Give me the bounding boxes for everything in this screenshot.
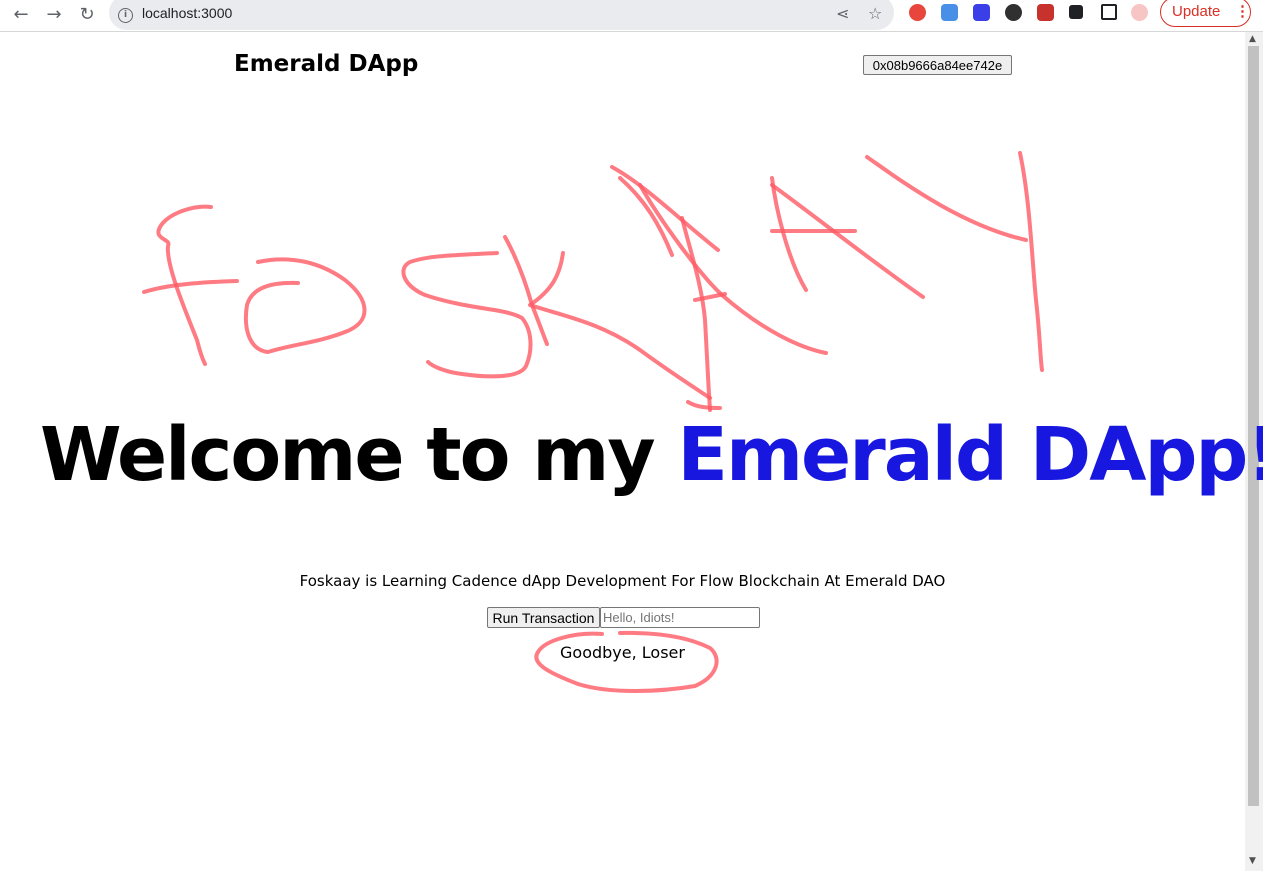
greeting-text: Goodbye, Loser [560, 643, 685, 662]
tagline-text: Foskaay is Learning Cadence dApp Develop… [299, 572, 946, 590]
profile-avatar-icon[interactable] [1131, 4, 1148, 21]
welcome-heading: Welcome to my Emerald DApp! [40, 412, 1263, 498]
address-bar-url[interactable]: localhost:3000 [142, 5, 232, 21]
forward-arrow-icon[interactable]: → [41, 2, 67, 28]
welcome-highlight: Emerald DApp! [677, 412, 1263, 498]
greeting-input[interactable] [600, 607, 760, 628]
back-arrow-icon[interactable]: ← [8, 2, 34, 28]
extension-icon[interactable] [941, 4, 958, 21]
extension-icon[interactable] [1037, 4, 1054, 21]
welcome-prefix: Welcome to my [40, 412, 678, 498]
run-transaction-button[interactable]: Run Transaction [487, 607, 600, 628]
bookmark-star-icon[interactable]: ☆ [868, 4, 882, 23]
reload-icon[interactable]: ↻ [74, 2, 100, 28]
share-icon[interactable]: ⋖ [836, 4, 849, 23]
update-label: Update [1172, 3, 1221, 20]
update-button[interactable]: Update ⋮ [1160, 0, 1251, 27]
scroll-down-arrow-icon[interactable]: ▼ [1249, 856, 1256, 866]
extension-icon[interactable] [909, 4, 926, 21]
brand-title: Emerald DApp [234, 51, 419, 77]
menu-dots-icon[interactable]: ⋮ [1235, 2, 1250, 20]
wallet-address-button[interactable]: 0x08b9666a84ee742e [863, 55, 1012, 75]
site-info-icon[interactable]: i [118, 8, 133, 23]
reading-list-icon[interactable] [1101, 4, 1117, 20]
extension-icon[interactable] [973, 4, 990, 21]
puzzle-extensions-icon[interactable] [1069, 5, 1083, 19]
extension-icon[interactable] [1005, 4, 1022, 21]
address-bar[interactable]: i localhost:3000 ⋖ ☆ [109, 0, 894, 30]
browser-toolbar: ← → ↻ i localhost:3000 ⋖ ☆ Update ⋮ [0, 0, 1263, 32]
scroll-up-arrow-icon[interactable]: ▲ [1249, 34, 1256, 44]
